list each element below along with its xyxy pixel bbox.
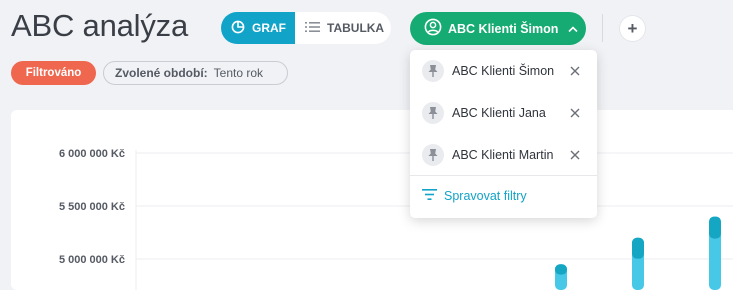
- filtered-badge: Filtrováno: [11, 61, 96, 85]
- filter-dropdown-menu: ABC Klienti Šimon ABC Klienti Jana ABC K…: [410, 50, 597, 218]
- graph-view-label: GRAF: [252, 21, 286, 35]
- manage-filters-link[interactable]: Spravovat filtry: [422, 189, 527, 203]
- period-chip-value: Tento rok: [213, 66, 264, 80]
- period-chip-key: Zvolené období:: [115, 66, 208, 80]
- account-circle-icon: [424, 18, 442, 39]
- dropdown-item-jana[interactable]: ABC Klienti Jana: [410, 92, 597, 134]
- table-view-button[interactable]: TABULKA: [295, 12, 391, 44]
- close-icon[interactable]: [568, 148, 582, 162]
- chevron-up-icon: [568, 22, 578, 36]
- filter-dropdown-button[interactable]: ABC Klienti Šimon: [410, 12, 586, 45]
- table-view-label: TABULKA: [327, 21, 385, 35]
- close-icon[interactable]: [568, 106, 582, 120]
- pie-chart-icon: [231, 20, 245, 37]
- filter-lines-icon: [422, 189, 437, 203]
- y-tick-label: 5 500 000 Kč: [59, 201, 125, 213]
- toolbar-divider: [602, 14, 603, 42]
- chart-bar-segment[interactable]: [709, 216, 721, 239]
- abc-chart: 6 000 000 Kč 5 500 000 Kč 5 000 000 Kč: [59, 148, 733, 290]
- dropdown-item-martin[interactable]: ABC Klienti Martin: [410, 134, 597, 176]
- dropdown-item-label: ABC Klienti Martin: [452, 148, 554, 162]
- list-icon: [305, 21, 320, 36]
- view-toggle: GRAF TABULKA: [221, 12, 391, 44]
- pin-icon[interactable]: [422, 144, 444, 166]
- chart-bar-segment[interactable]: [632, 237, 644, 259]
- dropdown-item-label: ABC Klienti Jana: [452, 106, 546, 120]
- graph-view-button[interactable]: GRAF: [221, 12, 295, 44]
- chart-card: 6 000 000 Kč 5 500 000 Kč 5 000 000 Kč: [11, 110, 733, 290]
- dropdown-item-simon[interactable]: ABC Klienti Šimon: [410, 50, 597, 92]
- add-filter-button[interactable]: +: [619, 15, 646, 42]
- y-tick-label: 5 000 000 Kč: [59, 254, 125, 266]
- chart-bar-segment[interactable]: [555, 264, 567, 275]
- y-tick-label: 6 000 000 Kč: [59, 148, 125, 160]
- dropdown-item-label: ABC Klienti Šimon: [452, 64, 555, 78]
- manage-filters-label: Spravovat filtry: [444, 189, 527, 203]
- pin-icon[interactable]: [422, 60, 444, 82]
- close-icon[interactable]: [568, 64, 582, 78]
- filter-dropdown-label: ABC Klienti Šimon: [448, 21, 559, 36]
- period-chip[interactable]: Zvolené období: Tento rok: [103, 61, 288, 85]
- pin-icon[interactable]: [422, 102, 444, 124]
- page-title: ABC analýza: [11, 8, 189, 43]
- menu-divider: [410, 175, 597, 176]
